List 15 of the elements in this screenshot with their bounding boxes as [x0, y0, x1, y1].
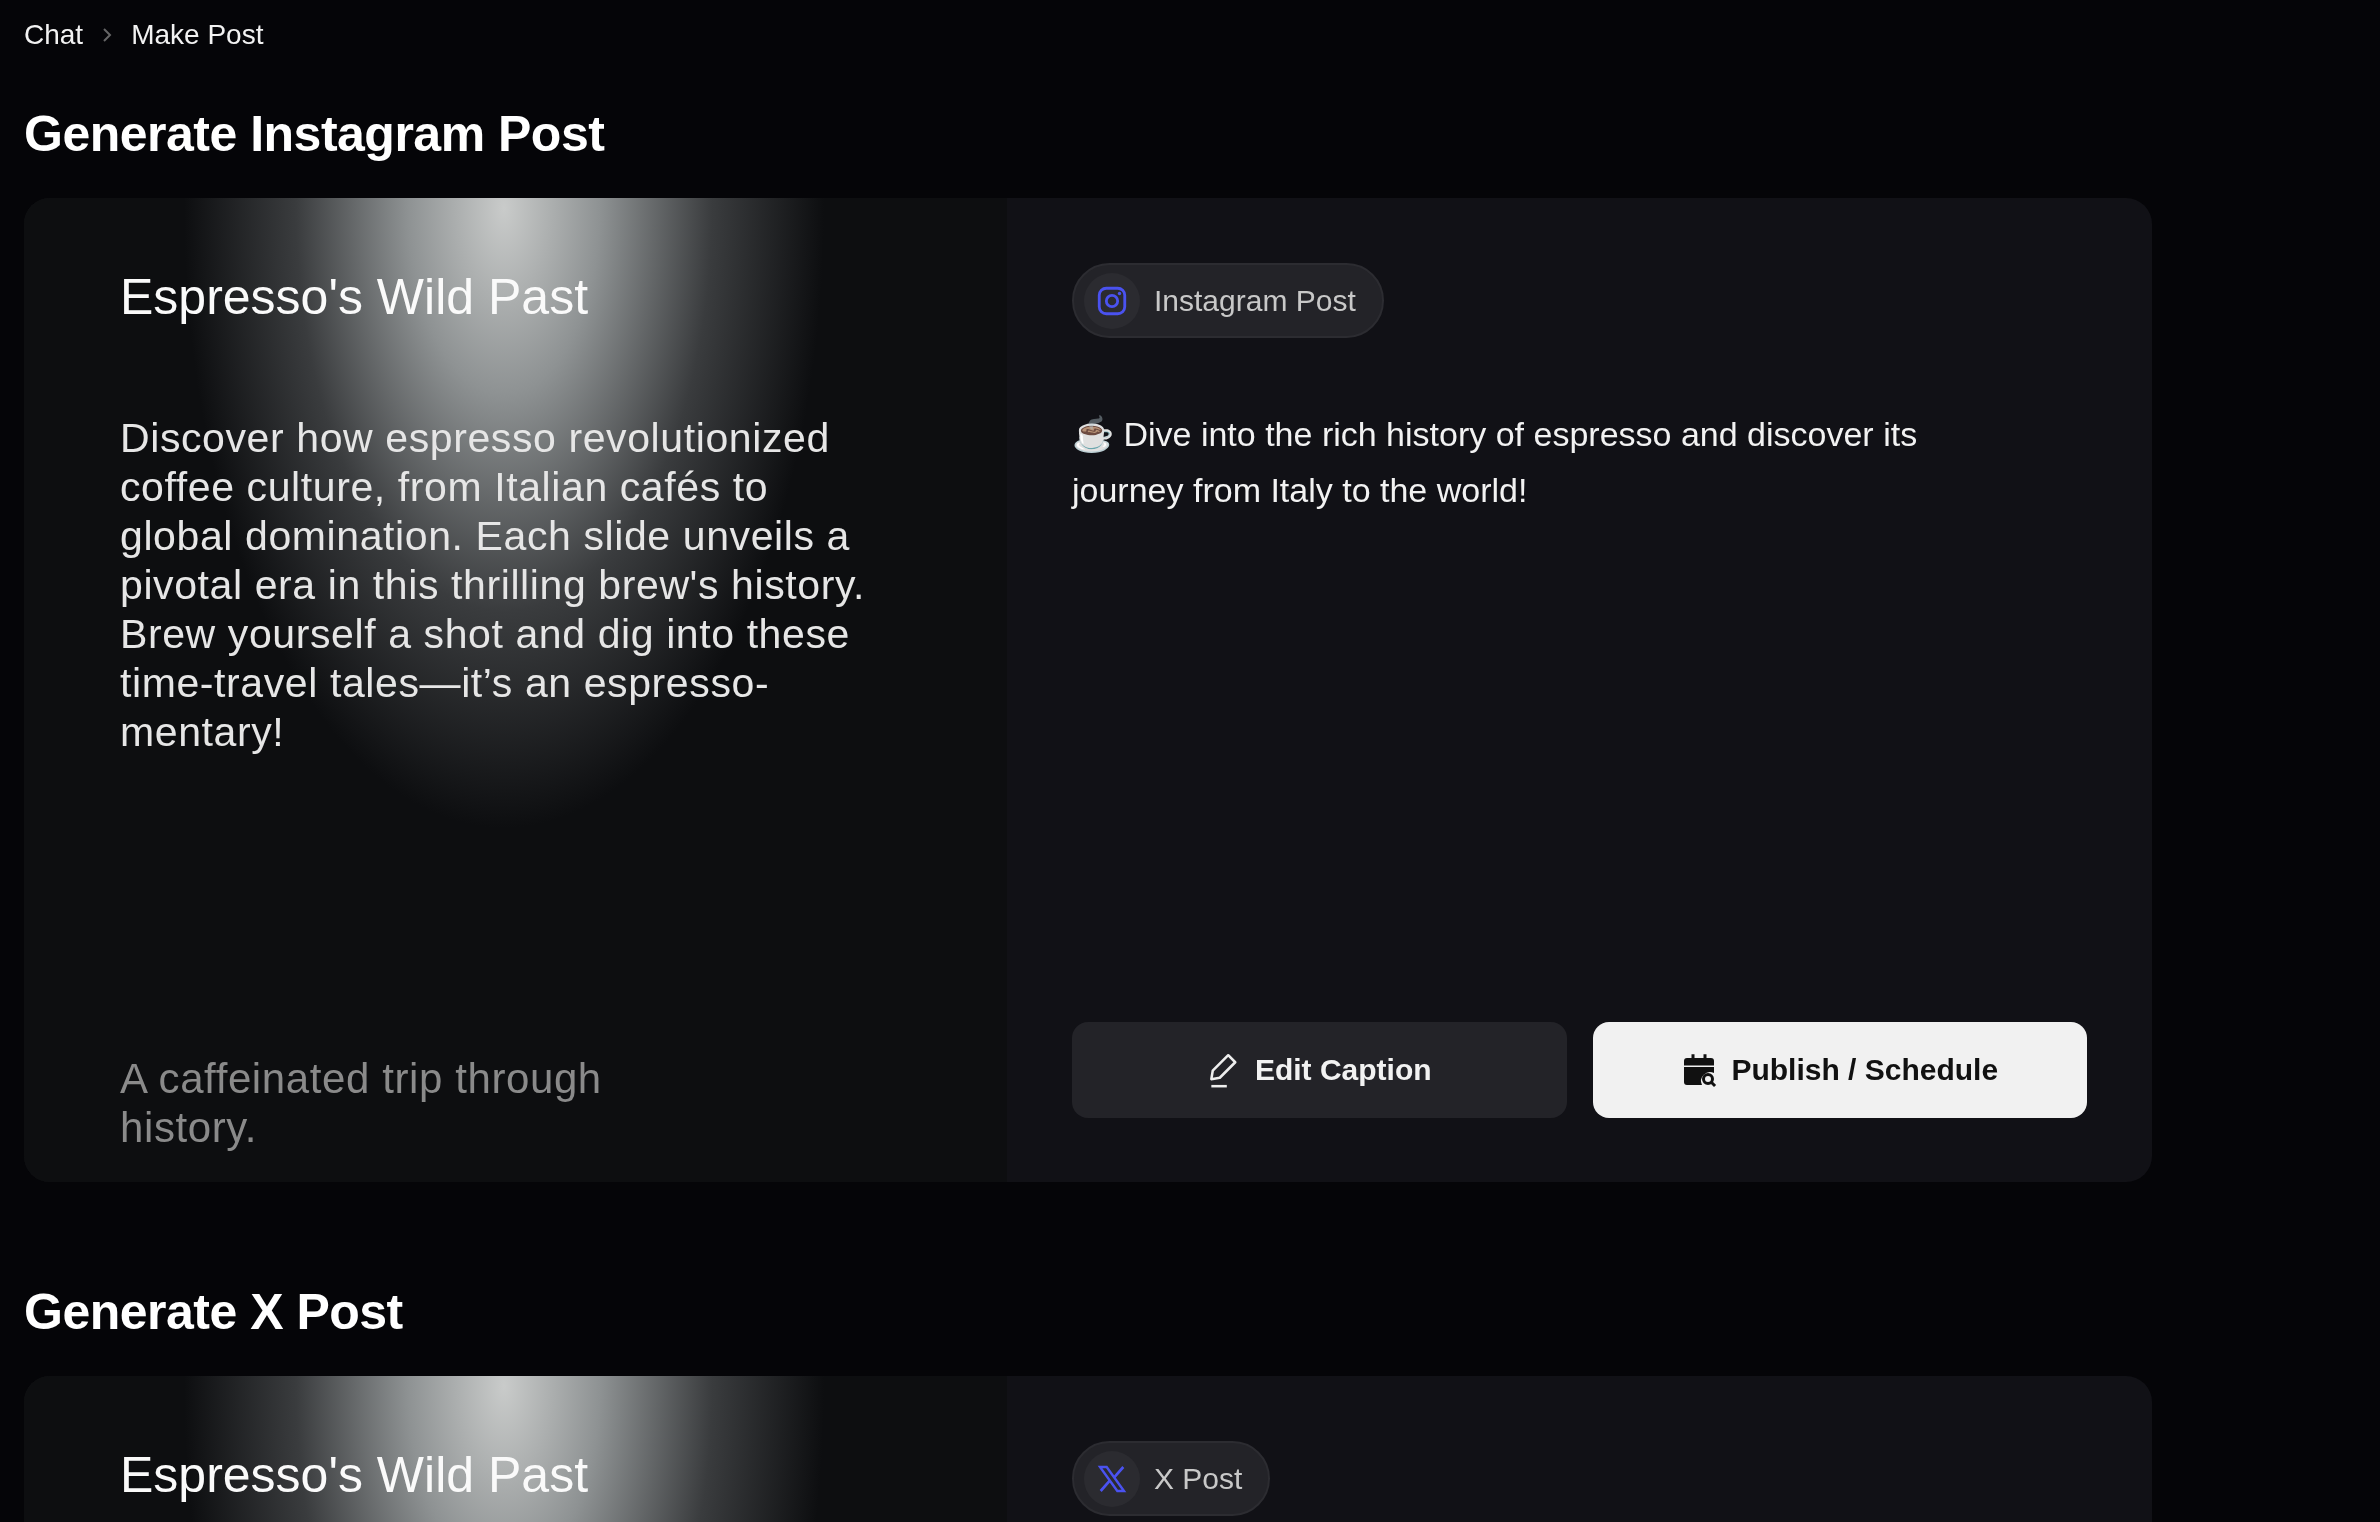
section-heading: Generate X Post	[24, 1283, 404, 1342]
slide-title: Espresso's Wild Past	[120, 268, 590, 326]
edit-caption-button[interactable]: Edit Caption	[1072, 1022, 1567, 1118]
breadcrumb-link[interactable]: Make Post	[131, 19, 264, 51]
breadcrumb-link[interactable]: Chat	[24, 19, 84, 51]
calendar-search-icon	[1681, 1052, 1718, 1088]
publish-button[interactable]: Publish / Schedule	[1592, 1022, 2087, 1118]
slide-body-text: Discover how espresso revolutionized coffee culture, from Italian cafés to global domination. Each slide unveils a pivotal era in this thrilling brew's history. Brew yourself a shot and dig into these time-travel tales—it’s an espresso-mentary!	[120, 414, 867, 757]
badge-label: Instagram Post	[1154, 283, 1356, 318]
slide-tagline: A caffeinated trip through history.	[120, 1054, 603, 1152]
badge-label: X Post	[1154, 1461, 1243, 1496]
chevron-right-icon	[101, 26, 114, 44]
post-caption: ☕ Dive into the rich history of espresso and discover its journey from Italy to the world!	[1072, 414, 1919, 511]
slide-title: Espresso's Wild Past	[120, 1446, 590, 1504]
section-heading: Generate Instagram Post	[24, 105, 606, 164]
